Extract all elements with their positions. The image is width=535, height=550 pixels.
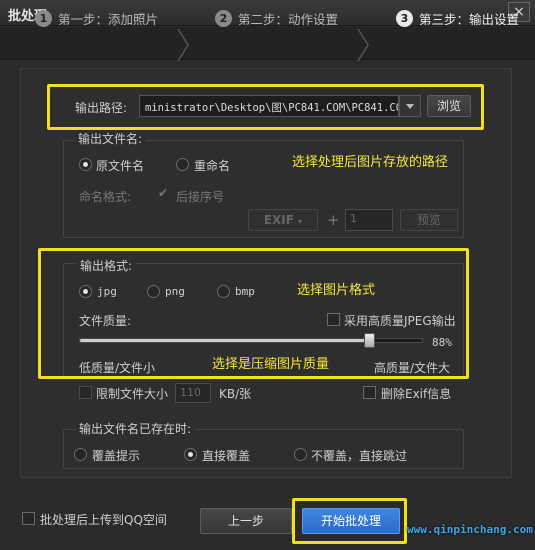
append-seq-label: 后接序号: [176, 190, 225, 204]
file-exists-title: 输出文件名已存在时:: [75, 420, 196, 437]
step-3-number: 3: [396, 10, 413, 27]
size-limit-input[interactable]: 110: [175, 383, 211, 403]
original-name-label: 原文件名: [96, 159, 145, 173]
step-3[interactable]: 3 第三步：输出设置: [396, 9, 519, 28]
upload-qq-checkbox[interactable]: [22, 512, 35, 525]
steps-bar: [0, 27, 535, 60]
step-2-number: 2: [215, 10, 232, 27]
rename-label: 重命名: [194, 159, 231, 173]
original-name-radio[interactable]: [79, 158, 92, 171]
limit-size-label: 限制文件大小: [96, 387, 169, 401]
format-highlight-box: [38, 248, 469, 379]
step-1-number: 1: [35, 10, 52, 27]
step-2-label: 第二步：动作设置: [238, 12, 339, 27]
prev-step-button[interactable]: 上一步: [200, 508, 292, 534]
start-highlight-box: [292, 498, 407, 544]
overwrite-prompt-label: 覆盖提示: [92, 449, 141, 463]
step-3-label: 第三步：输出设置: [419, 12, 520, 27]
chevron-down-icon: ▾: [298, 217, 303, 226]
remove-exif-label: 删除Exif信息: [381, 387, 452, 401]
chevron-right-icon: [177, 28, 189, 62]
path-highlight-box: [47, 84, 484, 130]
exif-dropdown[interactable]: EXIF ▾: [248, 209, 318, 231]
exif-dropdown-label: EXIF: [263, 213, 294, 227]
upload-qq-label: 批处理后上传到QQ空间: [40, 513, 167, 527]
overwrite-prompt-radio[interactable]: [74, 448, 87, 461]
naming-format-label: 命名格式:: [79, 190, 132, 204]
plus-icon: +: [327, 211, 340, 229]
step-1[interactable]: 1 第一步：添加照片: [35, 9, 158, 28]
chevron-right-icon: [357, 28, 369, 62]
check-icon: ✔: [158, 186, 169, 200]
path-annotation: 选择处理后图片存放的路径: [292, 155, 449, 170]
overwrite-label: 直接覆盖: [202, 449, 251, 463]
preview-button[interactable]: 预览: [400, 209, 458, 231]
start-number-input[interactable]: 1: [345, 209, 393, 231]
overwrite-radio[interactable]: [184, 448, 197, 461]
limit-size-checkbox[interactable]: [79, 386, 92, 399]
rename-radio[interactable]: [176, 158, 189, 171]
remove-exif-checkbox[interactable]: [363, 386, 376, 399]
skip-label: 不覆盖，直接跳过: [311, 449, 408, 463]
step-2[interactable]: 2 第二步：动作设置: [215, 9, 338, 28]
step-1-label: 第一步：添加照片: [58, 12, 159, 27]
watermark-text: www.qinpinchang.com: [407, 523, 533, 536]
size-unit-label: KB/张: [219, 387, 252, 401]
output-filename-title: 输出文件名:: [74, 130, 147, 147]
skip-radio[interactable]: [294, 448, 307, 461]
